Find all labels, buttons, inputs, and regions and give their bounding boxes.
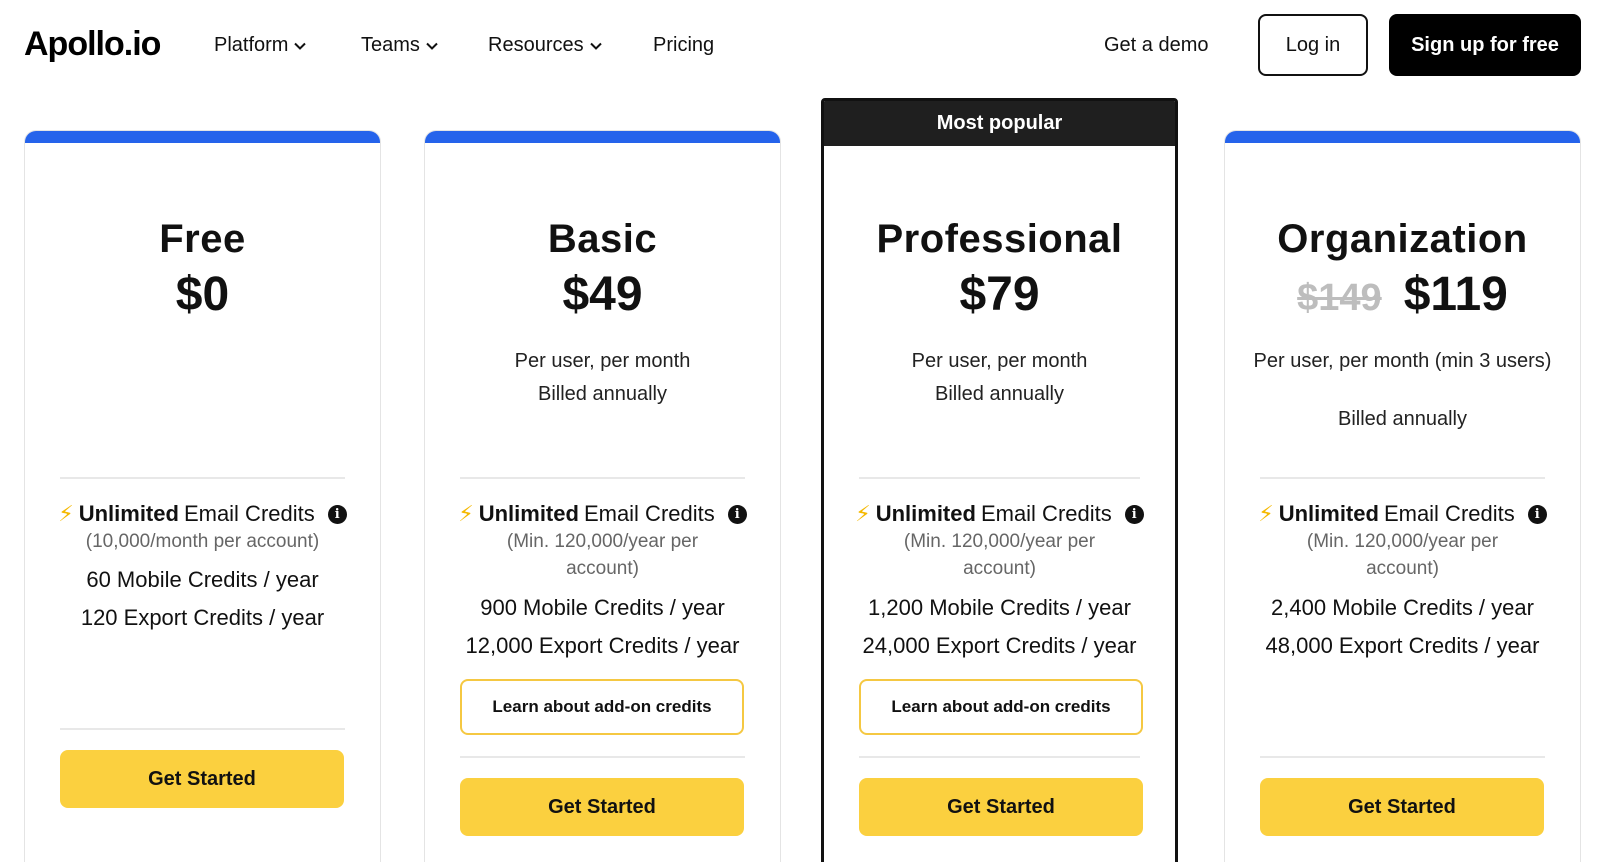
plan-name: Free	[159, 217, 246, 261]
price-value: $79	[959, 268, 1040, 321]
log-in-button[interactable]: Log in	[1258, 14, 1368, 76]
email-credits-label: Email Credits	[1383, 501, 1515, 526]
plan-name: Basic	[547, 217, 658, 261]
info-icon[interactable]: i	[1124, 504, 1144, 524]
plan-price: $79	[824, 267, 1175, 322]
plan-card-basic: Basic $49 Per user, per month Billed ann…	[424, 130, 781, 862]
get-started-button[interactable]: Get Started	[460, 778, 744, 836]
divider	[460, 477, 745, 479]
billing-cycle: Billed annually	[538, 383, 667, 405]
info-icon[interactable]: i	[1527, 504, 1547, 524]
email-credits-label: Email Credits	[583, 501, 715, 526]
email-credits-bold: Unlimited	[875, 501, 976, 526]
divider	[1260, 756, 1545, 758]
price-period: Per user, per month	[911, 350, 1088, 372]
get-started-button[interactable]: Get Started	[60, 750, 344, 808]
divider	[60, 477, 345, 479]
info-icon[interactable]: i	[727, 504, 747, 524]
plan-accent-bar	[25, 131, 380, 143]
nav-teams[interactable]: Teams	[361, 34, 438, 57]
export-credits: 120 Export Credits / year	[80, 605, 325, 630]
email-credits-bold: Unlimited	[78, 501, 179, 526]
export-credits: 48,000 Export Credits / year	[1265, 633, 1540, 658]
original-price: $149	[1297, 277, 1382, 319]
nav-teams-label: Teams	[361, 34, 420, 56]
plan-price: $0	[25, 267, 380, 322]
lightning-icon: ⚡	[58, 501, 74, 526]
info-icon[interactable]: i	[327, 504, 347, 524]
sign-up-button[interactable]: Sign up for free	[1389, 14, 1581, 76]
chevron-down-icon	[294, 42, 307, 50]
most-popular-badge: Most popular	[824, 101, 1175, 146]
mobile-credits: 900 Mobile Credits / year	[480, 595, 725, 620]
plan-name: Professional	[876, 217, 1123, 261]
nav-pricing[interactable]: Pricing	[653, 34, 714, 57]
divider	[859, 477, 1140, 479]
plan-price: $149 $119	[1225, 267, 1580, 322]
divider	[460, 756, 745, 758]
plan-card-free: Free $0 ⚡ Unlimited Email Credits i (10,…	[24, 130, 381, 862]
lightning-icon: ⚡	[855, 501, 871, 526]
plan-price: $49	[425, 267, 780, 322]
email-credits-note: (10,000/month per account)	[85, 531, 320, 552]
email-credits-row: ⚡ Unlimited Email Credits i	[824, 501, 1175, 527]
billing-cycle: Billed annually	[1338, 408, 1467, 430]
price-value: $49	[562, 268, 643, 321]
export-credits: 24,000 Export Credits / year	[862, 633, 1137, 658]
email-credits-row: ⚡ Unlimited Email Credits i	[425, 501, 780, 527]
lightning-icon: ⚡	[1258, 501, 1274, 526]
learn-add-on-credits-button[interactable]: Learn about add-on credits	[460, 679, 744, 735]
divider	[859, 756, 1140, 758]
email-credits-note: (Min. 120,000/year per account)	[1306, 531, 1499, 579]
apollo-logo[interactable]: Apollo.io	[24, 24, 161, 64]
get-started-button[interactable]: Get Started	[1260, 778, 1544, 836]
chevron-down-icon	[426, 42, 438, 50]
email-credits-row: ⚡ Unlimited Email Credits i	[1225, 501, 1580, 527]
get-started-button[interactable]: Get Started	[859, 778, 1143, 836]
email-credits-row: ⚡ Unlimited Email Credits i	[25, 501, 380, 527]
mobile-credits: 2,400 Mobile Credits / year	[1271, 595, 1534, 620]
email-credits-label: Email Credits	[980, 501, 1112, 526]
nav-resources[interactable]: Resources	[488, 34, 602, 57]
mobile-credits: 1,200 Mobile Credits / year	[868, 595, 1131, 620]
plan-accent-bar	[425, 131, 780, 143]
email-credits-bold: Unlimited	[478, 501, 579, 526]
divider	[60, 728, 345, 730]
plan-accent-bar	[1225, 131, 1580, 143]
email-credits-bold: Unlimited	[1278, 501, 1379, 526]
plan-card-organization: Organization $149 $119 Per user, per mon…	[1224, 130, 1581, 862]
email-credits-note: (Min. 120,000/year per account)	[506, 531, 699, 579]
plan-card-professional: Most popular Professional $79 Per user, …	[821, 98, 1178, 862]
logo-text: Apollo.io	[24, 24, 161, 63]
lightning-icon: ⚡	[458, 501, 474, 526]
price-value: $0	[175, 268, 230, 321]
email-credits-note: (Min. 120,000/year per account)	[903, 531, 1096, 579]
price-value: $119	[1403, 268, 1508, 321]
export-credits: 12,000 Export Credits / year	[465, 633, 740, 658]
nav-resources-label: Resources	[488, 34, 584, 56]
nav-platform-label: Platform	[214, 34, 289, 56]
plan-name: Organization	[1277, 217, 1528, 261]
email-credits-label: Email Credits	[183, 501, 315, 526]
nav-pricing-label: Pricing	[653, 34, 715, 56]
top-navigation: Apollo.io Platform Teams Resources Prici…	[0, 0, 1600, 92]
price-period: Per user, per month (min 3 users)	[1253, 350, 1552, 372]
get-a-demo-link[interactable]: Get a demo	[1104, 34, 1209, 57]
nav-platform[interactable]: Platform	[214, 34, 307, 57]
chevron-down-icon	[589, 42, 602, 50]
price-period: Per user, per month	[514, 350, 691, 372]
divider	[1260, 477, 1545, 479]
learn-add-on-credits-button[interactable]: Learn about add-on credits	[859, 679, 1143, 735]
billing-cycle: Billed annually	[935, 383, 1064, 405]
mobile-credits: 60 Mobile Credits / year	[86, 567, 319, 592]
